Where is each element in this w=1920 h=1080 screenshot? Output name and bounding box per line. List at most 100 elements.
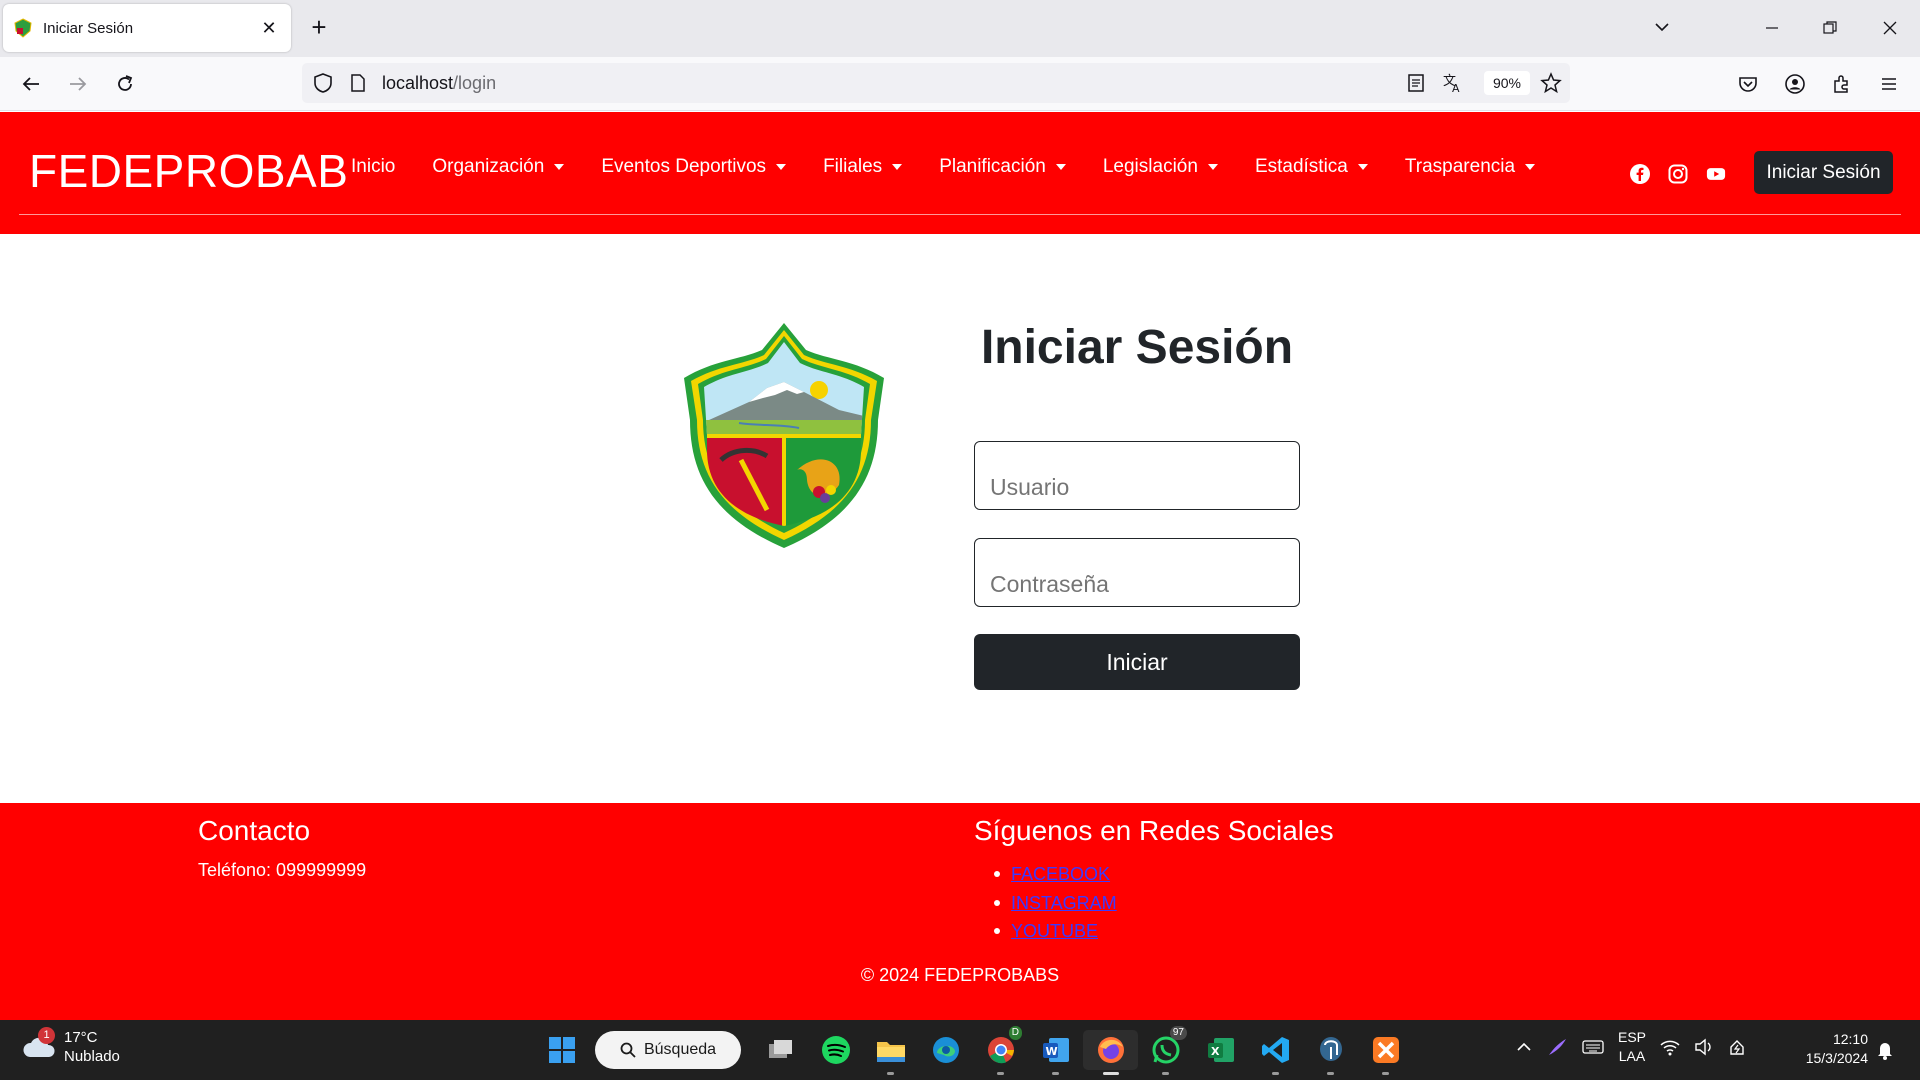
word-icon[interactable]: W	[1028, 1030, 1083, 1075]
taskbar-search[interactable]: Búsqueda	[595, 1031, 741, 1069]
xampp-icon[interactable]	[1358, 1030, 1413, 1075]
menu-item-organizacion[interactable]: Organización	[432, 156, 565, 178]
edge-icon[interactable]	[918, 1030, 973, 1070]
caret-down-icon	[1207, 164, 1218, 170]
file-explorer-icon[interactable]	[863, 1030, 918, 1075]
menu-item-eventos-deportivos[interactable]: Eventos Deportivos	[601, 156, 787, 178]
page-info-icon[interactable]	[348, 73, 368, 93]
instagram-link[interactable]: INSTAGRAM	[1011, 893, 1117, 913]
volume-icon[interactable]	[1694, 1038, 1714, 1056]
caret-down-icon	[554, 164, 565, 170]
menu-item-label: Estadística	[1254, 156, 1348, 177]
close-window-icon[interactable]	[1878, 16, 1902, 40]
restore-icon[interactable]	[1818, 16, 1842, 40]
username-field[interactable]	[974, 441, 1300, 510]
minimize-icon[interactable]	[1760, 16, 1784, 40]
language-code: ESP	[1618, 1029, 1647, 1045]
svg-text:A: A	[1452, 82, 1460, 94]
spotify-icon[interactable]	[808, 1030, 863, 1070]
account-icon[interactable]	[1781, 70, 1809, 98]
menu-item-label: Organización	[432, 156, 545, 177]
facebook-link[interactable]: FACEBOOK	[1011, 864, 1110, 884]
taskbar-clock[interactable]: 12:10 15/3/2024	[1790, 1030, 1868, 1068]
menu-item-filiales[interactable]: Filiales	[823, 156, 903, 178]
zoom-level-badge[interactable]: 90%	[1484, 71, 1530, 95]
list-item: YOUTUBE	[994, 917, 1117, 946]
back-icon[interactable]	[17, 70, 45, 98]
extensions-icon[interactable]	[1828, 70, 1856, 98]
youtube-icon[interactable]	[1706, 164, 1726, 184]
keyboard-icon[interactable]	[1582, 1039, 1604, 1055]
excel-icon[interactable]: X	[1193, 1030, 1248, 1070]
browser-tab-bar: Iniciar Sesión ✕ +	[0, 0, 1920, 57]
caret-down-icon	[1055, 164, 1066, 170]
new-tab-icon[interactable]: +	[306, 14, 332, 40]
copyright-text: © 2024 FEDEPROBABS	[860, 965, 1060, 985]
clock-time: 12:10	[1832, 1031, 1868, 1047]
login-title: Iniciar Sesión	[980, 321, 1294, 374]
system-tray: ESP LAA	[1516, 1028, 1748, 1066]
tracking-shield-icon[interactable]	[312, 72, 334, 94]
url-bar[interactable]: localhost/login 文A 90%	[302, 63, 1570, 103]
login-submit-button[interactable]: Iniciar	[974, 634, 1300, 690]
menu-item-label: Inicio	[351, 156, 396, 177]
keyboard-layout: LAA	[1618, 1048, 1646, 1064]
menu-item-legislacion[interactable]: Legislación	[1103, 156, 1218, 178]
site-brand[interactable]: FEDEPROBAB	[29, 144, 348, 198]
windows-start-icon[interactable]	[534, 1030, 589, 1070]
pen-feather-icon[interactable]	[1546, 1036, 1568, 1058]
taskbar-apps: Búsqueda D W 97 X	[534, 1026, 1413, 1075]
social-title: Síguenos en Redes Sociales	[974, 815, 1334, 846]
tab-title: Iniciar Sesión	[43, 19, 134, 37]
url-text: localhost/login	[382, 73, 496, 94]
battery-charging-icon[interactable]	[1728, 1038, 1748, 1056]
vscode-icon[interactable]	[1248, 1030, 1303, 1075]
browser-tab[interactable]: Iniciar Sesión ✕	[3, 4, 291, 52]
weather-widget[interactable]: 1 17°C Nublado	[22, 1027, 120, 1066]
postgresql-icon[interactable]	[1303, 1030, 1358, 1075]
chrome-icon[interactable]: D	[973, 1026, 1028, 1075]
url-path: /login	[453, 73, 497, 93]
weather-text: 17°C Nublado	[64, 1028, 120, 1066]
forward-icon[interactable]	[64, 70, 92, 98]
weather-notification-badge: 1	[38, 1027, 55, 1044]
windows-taskbar: 1 17°C Nublado Búsqueda D W 97 X ESP LAA…	[0, 1020, 1920, 1080]
temperature: 17°C	[64, 1029, 98, 1046]
menu-hamburger-icon[interactable]	[1875, 70, 1903, 98]
site-header: FEDEPROBAB Inicio Organización Eventos D…	[0, 112, 1920, 234]
firefox-icon[interactable]	[1083, 1030, 1138, 1075]
youtube-link[interactable]: YOUTUBE	[1011, 921, 1098, 941]
menu-item-planificacion[interactable]: Planificación	[939, 156, 1066, 178]
tab-close-icon[interactable]: ✕	[257, 18, 281, 39]
whatsapp-icon[interactable]: 97	[1138, 1026, 1193, 1075]
bookmark-star-icon[interactable]	[1540, 72, 1562, 94]
menu-item-inicio[interactable]: Inicio	[351, 156, 395, 178]
notification-bell-icon[interactable]	[1876, 1040, 1894, 1060]
search-icon	[620, 1042, 636, 1058]
header-divider	[19, 214, 1901, 215]
search-label: Búsqueda	[643, 1041, 717, 1058]
list-item: FACEBOOK	[994, 860, 1117, 889]
chevron-up-icon[interactable]	[1516, 1039, 1532, 1055]
list-all-tabs-icon[interactable]	[1652, 17, 1672, 37]
password-field[interactable]	[974, 538, 1300, 607]
task-view-icon[interactable]	[753, 1030, 808, 1070]
caret-down-icon	[892, 164, 903, 170]
menu-item-estadistica[interactable]: Estadística	[1255, 156, 1368, 178]
reload-icon[interactable]	[111, 70, 139, 98]
language-indicator[interactable]: ESP LAA	[1618, 1028, 1646, 1066]
menu-item-trasparencia[interactable]: Trasparencia	[1405, 156, 1536, 178]
pocket-icon[interactable]	[1734, 70, 1762, 98]
instagram-icon[interactable]	[1668, 164, 1688, 184]
whatsapp-unread-badge: 97	[1169, 1026, 1187, 1040]
menu-item-label: Planificación	[939, 156, 1046, 177]
header-login-button[interactable]: Iniciar Sesión	[1754, 151, 1893, 194]
svg-text:W: W	[1045, 1045, 1057, 1058]
reader-view-icon[interactable]	[1406, 73, 1426, 93]
main-menu: Inicio Organización Eventos Deportivos F…	[351, 156, 1572, 178]
wifi-icon[interactable]	[1660, 1038, 1680, 1056]
facebook-icon[interactable]	[1630, 164, 1650, 184]
caret-down-icon	[1357, 164, 1368, 170]
translate-icon[interactable]: 文A	[1442, 72, 1464, 94]
clock-date: 15/3/2024	[1805, 1050, 1868, 1066]
